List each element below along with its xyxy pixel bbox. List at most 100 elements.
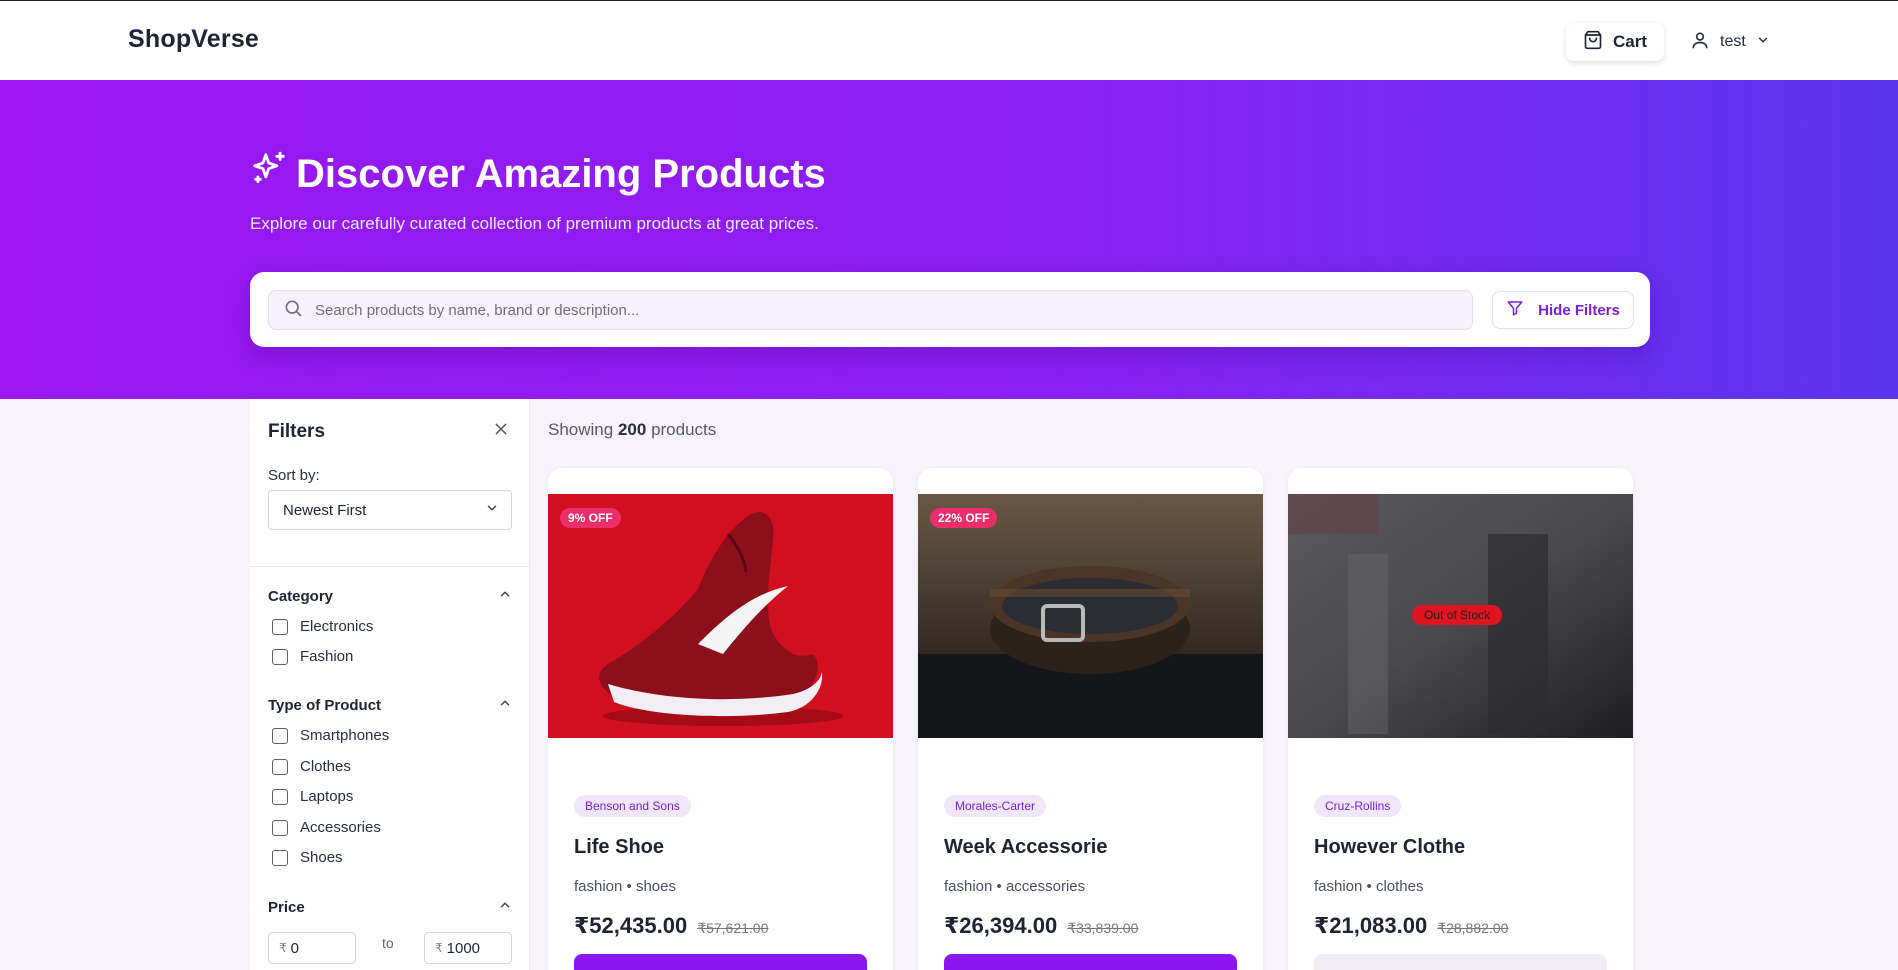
product-card[interactable]: Out of Stock Cruz-Rollins However Clothe… xyxy=(1288,468,1633,970)
checkbox[interactable] xyxy=(272,758,288,775)
sort-value: Newest First xyxy=(283,501,367,519)
results-count: Showing 200 products xyxy=(548,420,716,440)
type-option-accessories[interactable]: Accessories xyxy=(272,819,381,836)
notify-button[interactable] xyxy=(1314,954,1607,970)
out-of-stock-badge: Out of Stock xyxy=(1412,605,1503,625)
user-icon xyxy=(1690,30,1710,55)
original-price: ₹28,882.00 xyxy=(1437,920,1509,936)
type-option-laptops[interactable]: Laptops xyxy=(272,788,353,805)
user-name: test xyxy=(1720,33,1746,50)
current-price: ₹21,083.00 xyxy=(1314,913,1428,938)
price-min-value: 0 xyxy=(290,939,299,957)
hero-title: Discover Amazing Products xyxy=(250,150,826,198)
option-label: Smartphones xyxy=(300,727,390,744)
chevron-up-icon xyxy=(498,898,512,917)
price-title: Price xyxy=(268,898,305,916)
type-option-smartphones[interactable]: Smartphones xyxy=(272,727,389,744)
original-price: ₹57,621.00 xyxy=(697,920,769,936)
type-title: Type of Product xyxy=(268,696,382,714)
cart-label: Cart xyxy=(1612,32,1647,51)
current-price: ₹26,394.00 xyxy=(944,913,1058,938)
chevron-down-icon xyxy=(485,501,499,519)
cart-button[interactable]: Cart xyxy=(1566,23,1664,61)
checkbox[interactable] xyxy=(272,727,288,744)
chevron-down-icon xyxy=(1756,33,1770,52)
product-price: ₹21,083.00 ₹28,882.00 xyxy=(1314,913,1508,939)
checkbox[interactable] xyxy=(272,788,288,805)
price-section-header[interactable]: Price xyxy=(268,896,512,918)
hero-subtitle: Explore our carefully curated collection… xyxy=(250,214,819,233)
checkbox[interactable] xyxy=(272,819,288,836)
results-prefix: Showing xyxy=(548,420,614,439)
option-label: Shoes xyxy=(300,849,343,866)
price-max-value: 1000 xyxy=(446,939,481,957)
search-field[interactable] xyxy=(268,290,1473,330)
brand-tag: Benson and Sons xyxy=(574,795,691,817)
brand-tag: Cruz-Rollins xyxy=(1314,795,1402,817)
chevron-up-icon xyxy=(498,587,512,606)
checkbox[interactable] xyxy=(272,618,288,635)
search-icon xyxy=(283,298,303,323)
sort-select[interactable]: Newest First xyxy=(268,490,512,530)
product-image[interactable]: 22% OFF xyxy=(918,494,1263,738)
product-image[interactable]: 9% OFF xyxy=(548,494,893,738)
filter-icon xyxy=(1506,299,1524,321)
product-category: fashion • shoes xyxy=(574,878,676,895)
close-filters-button[interactable] xyxy=(489,419,513,443)
option-label: Laptops xyxy=(300,788,354,805)
product-name[interactable]: However Clothe xyxy=(1314,836,1465,859)
add-to-cart-button[interactable] xyxy=(574,954,867,970)
search-panel: Hide Filters xyxy=(250,272,1650,347)
filters-sidebar: Filters Sort by: Newest First Category E… xyxy=(250,399,530,970)
shopping-bag-icon xyxy=(1583,30,1603,55)
product-card[interactable]: 22% OFF Morales-Carter Week Accessorie f… xyxy=(918,468,1263,970)
product-card[interactable]: 9% OFF Benson and Sons Life Shoe fashion… xyxy=(548,468,893,970)
product-name[interactable]: Week Accessorie xyxy=(944,836,1107,859)
add-to-cart-button[interactable] xyxy=(944,954,1237,970)
price-to-label: to xyxy=(382,935,394,951)
type-option-shoes[interactable]: Shoes xyxy=(272,849,343,866)
hero-title-text: Discover Amazing Products xyxy=(296,151,826,196)
currency-symbol: ₹ xyxy=(435,941,443,955)
product-price: ₹52,435.00 ₹57,621.00 xyxy=(574,913,768,939)
hide-filters-label: Hide Filters xyxy=(1538,301,1620,319)
brand-logo[interactable]: ShopVerse xyxy=(128,25,259,54)
option-label: Clothes xyxy=(300,758,351,775)
user-menu[interactable]: test xyxy=(1690,27,1770,57)
price-max-input[interactable]: ₹ 1000 xyxy=(424,932,512,964)
option-label: Accessories xyxy=(300,819,381,836)
sort-label: Sort by: xyxy=(268,467,320,484)
product-name[interactable]: Life Shoe xyxy=(574,836,664,859)
type-section-header[interactable]: Type of Product xyxy=(268,694,512,716)
hero-banner: Discover Amazing Products Explore our ca… xyxy=(0,80,1898,399)
top-navbar: ShopVerse Cart test xyxy=(0,0,1898,80)
results-suffix: products xyxy=(651,420,717,439)
checkbox[interactable] xyxy=(272,648,288,665)
product-price: ₹26,394.00 ₹33,839.00 xyxy=(944,913,1138,939)
price-min-input[interactable]: ₹ 0 xyxy=(268,932,356,964)
category-section-header[interactable]: Category xyxy=(268,585,512,607)
option-label: Fashion xyxy=(300,648,354,665)
original-price: ₹33,839.00 xyxy=(1067,920,1139,936)
divider xyxy=(250,566,530,567)
category-option-fashion[interactable]: Fashion xyxy=(272,648,353,665)
type-option-clothes[interactable]: Clothes xyxy=(272,758,351,775)
discount-badge: 22% OFF xyxy=(930,508,998,528)
hide-filters-button[interactable]: Hide Filters xyxy=(1492,291,1634,329)
category-option-electronics[interactable]: Electronics xyxy=(272,618,373,635)
brand-tag: Morales-Carter xyxy=(944,795,1047,817)
filters-title: Filters xyxy=(268,421,326,442)
category-title: Category xyxy=(268,587,334,605)
product-category: fashion • accessories xyxy=(944,878,1086,895)
currency-symbol: ₹ xyxy=(279,941,287,955)
discount-badge: 9% OFF xyxy=(560,508,621,528)
close-icon xyxy=(493,421,509,442)
product-category: fashion • clothes xyxy=(1314,878,1424,895)
results-number: 200 xyxy=(617,420,647,439)
chevron-up-icon xyxy=(498,696,512,715)
product-image[interactable]: Out of Stock xyxy=(1288,494,1633,738)
checkbox[interactable] xyxy=(272,849,288,866)
current-price: ₹52,435.00 xyxy=(574,913,688,938)
option-label: Electronics xyxy=(300,618,374,635)
search-input[interactable] xyxy=(315,301,1435,319)
